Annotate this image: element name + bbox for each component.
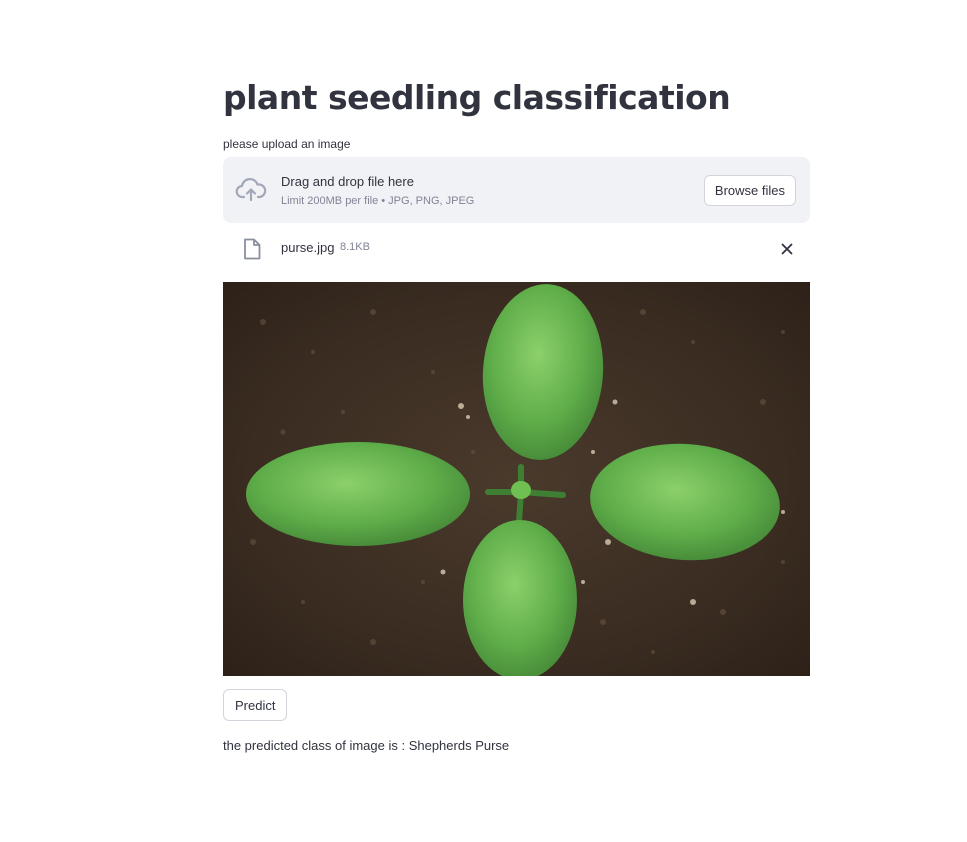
dropzone-instructions: Drag and drop file here xyxy=(281,174,414,189)
file-dropzone[interactable]: Drag and drop file here Limit 200MB per … xyxy=(223,157,810,223)
uploaded-file-size: 8.1KB xyxy=(340,241,370,253)
uploaded-file-row: purse.jpg 8.1KB xyxy=(223,230,810,270)
file-icon xyxy=(243,238,261,260)
close-icon xyxy=(776,243,798,263)
uploaded-image xyxy=(223,282,810,676)
dropzone-limit-text: Limit 200MB per file • JPG, PNG, JPEG xyxy=(281,195,475,207)
browse-files-button[interactable]: Browse files xyxy=(703,175,796,206)
uploader-label: please upload an image xyxy=(223,137,351,151)
predict-button[interactable]: Predict xyxy=(223,689,288,721)
prediction-result: the predicted class of image is : Shephe… xyxy=(223,738,510,753)
page-title: plant seedling classification xyxy=(223,78,731,117)
uploaded-file-name: purse.jpg xyxy=(281,240,335,255)
cloud-upload-icon xyxy=(235,176,267,204)
remove-file-button[interactable] xyxy=(776,238,798,260)
